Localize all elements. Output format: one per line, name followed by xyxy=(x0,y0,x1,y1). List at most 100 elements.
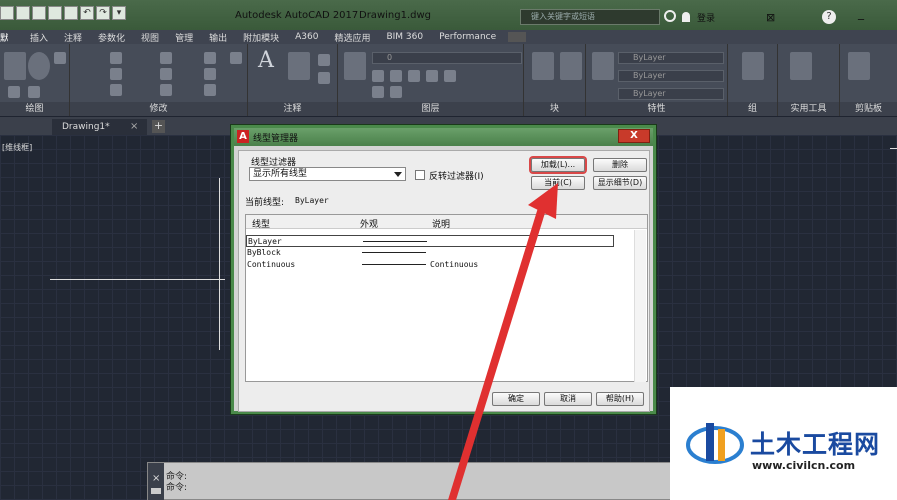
panel-title-draw[interactable]: 绘图 xyxy=(0,102,69,116)
tab-performance[interactable]: Performance xyxy=(431,32,504,42)
layer-off-icon[interactable] xyxy=(372,70,384,82)
undo-icon[interactable]: ↶ xyxy=(80,6,94,20)
mirror-icon[interactable] xyxy=(160,68,172,80)
tab-annotate[interactable]: 注释 xyxy=(56,31,90,44)
column-description[interactable]: 说明 xyxy=(432,217,450,230)
linetype-combo[interactable]: ByLayer xyxy=(618,88,724,100)
viewport-control[interactable]: [维线框] xyxy=(2,142,32,153)
ok-button[interactable]: 确定 xyxy=(492,392,540,406)
invert-filter-checkbox[interactable] xyxy=(415,170,425,180)
tab-insert[interactable]: 插入 xyxy=(8,31,56,44)
panel-title-layers[interactable]: 图层 xyxy=(338,102,523,116)
show-details-button[interactable]: 显示细节(D) xyxy=(593,176,647,190)
current-button[interactable]: 当前(C) xyxy=(531,176,585,190)
fillet-icon[interactable] xyxy=(204,68,216,80)
line-icon[interactable] xyxy=(4,52,26,80)
print-icon[interactable] xyxy=(64,6,78,20)
invert-filter-label[interactable]: 反转过滤器(I) xyxy=(429,169,484,182)
linetype-filter-select[interactable]: 显示所有线型 xyxy=(249,167,406,181)
measure-icon[interactable] xyxy=(790,52,812,80)
user-icon[interactable] xyxy=(682,12,690,22)
erase-icon[interactable] xyxy=(230,52,242,64)
panel-title-properties[interactable]: 特性 xyxy=(586,102,727,116)
help-button[interactable]: 帮助(H) xyxy=(596,392,644,406)
paste-icon[interactable] xyxy=(848,52,870,80)
insert-block-icon[interactable] xyxy=(532,52,554,80)
list-item[interactable]: ByBlock xyxy=(246,247,614,259)
search-icon[interactable] xyxy=(664,10,676,22)
color-combo[interactable]: ByLayer xyxy=(618,52,724,64)
wrench-icon[interactable] xyxy=(151,488,161,494)
tab-default[interactable]: 默认 xyxy=(0,31,8,44)
ribbon-toggle-icon[interactable] xyxy=(508,32,527,42)
copy-icon[interactable] xyxy=(110,68,122,80)
trim-icon[interactable] xyxy=(204,52,216,64)
panel-title-group[interactable]: 组 xyxy=(728,102,777,116)
layer-walk-icon[interactable] xyxy=(390,86,402,98)
qat-dropdown-icon[interactable]: ▾ xyxy=(112,6,126,20)
exchange-icon[interactable]: ⊠ xyxy=(766,11,775,24)
layer-combo[interactable]: 0 xyxy=(372,52,522,64)
layer-freeze-icon[interactable] xyxy=(408,70,420,82)
open-icon[interactable] xyxy=(16,6,30,20)
save-as-icon[interactable] xyxy=(48,6,62,20)
minimize-icon[interactable]: _ xyxy=(858,7,872,20)
tab-a360[interactable]: A360 xyxy=(287,32,326,42)
scale-icon[interactable] xyxy=(160,84,172,96)
arc-icon[interactable] xyxy=(54,52,66,64)
panel-title-block[interactable]: 块 xyxy=(524,102,585,116)
load-button[interactable]: 加载(L)... xyxy=(531,158,585,172)
linetype-list[interactable]: 线型 外观 说明 ByLayer ByBlock Continuous Cont… xyxy=(245,214,648,382)
command-line[interactable]: × 命令: 命令: xyxy=(147,462,677,500)
match-properties-icon[interactable] xyxy=(592,52,614,80)
dimension-icon[interactable] xyxy=(288,52,310,80)
tab-output[interactable]: 输出 xyxy=(201,31,235,44)
dialog-title-bar[interactable]: A 线型管理器 X xyxy=(234,128,653,146)
close-command-line-icon[interactable]: × xyxy=(152,473,160,484)
save-icon[interactable] xyxy=(32,6,46,20)
search-input[interactable]: 键入关键字或短语 xyxy=(520,9,660,25)
group-icon[interactable] xyxy=(742,52,764,80)
new-icon[interactable] xyxy=(0,6,14,20)
tab-manage[interactable]: 管理 xyxy=(167,31,201,44)
tab-bim360[interactable]: BIM 360 xyxy=(378,32,431,42)
login-link[interactable]: 登录 xyxy=(697,11,715,24)
layer-lock-icon[interactable] xyxy=(426,70,438,82)
layer-match-icon[interactable] xyxy=(444,70,456,82)
move-icon[interactable] xyxy=(110,52,122,64)
edit-block-icon[interactable] xyxy=(560,52,582,80)
new-tab-icon[interactable]: + xyxy=(152,120,165,133)
list-item[interactable]: Continuous Continuous xyxy=(246,259,614,271)
table-icon[interactable] xyxy=(318,72,330,84)
close-tab-icon[interactable]: × xyxy=(130,119,138,135)
rectangle-icon[interactable] xyxy=(8,86,20,98)
layer-properties-icon[interactable] xyxy=(344,52,366,80)
array-icon[interactable] xyxy=(204,84,216,96)
panel-title-utilities[interactable]: 实用工具 xyxy=(778,102,839,116)
list-scrollbar[interactable] xyxy=(634,230,646,382)
circle-icon[interactable] xyxy=(28,52,50,80)
column-linetype[interactable]: 线型 xyxy=(252,217,270,230)
lineweight-combo[interactable]: ByLayer xyxy=(618,70,724,82)
tab-view[interactable]: 视图 xyxy=(133,31,167,44)
cancel-button[interactable]: 取消 xyxy=(544,392,592,406)
tab-featured-apps[interactable]: 精选应用 xyxy=(326,31,378,44)
panel-title-annotation[interactable]: 注释 xyxy=(248,102,337,116)
delete-button[interactable]: 删除 xyxy=(593,158,647,172)
help-icon[interactable]: ? xyxy=(822,10,836,24)
redo-icon[interactable]: ↷ xyxy=(96,6,110,20)
rotate-icon[interactable] xyxy=(160,52,172,64)
text-icon[interactable]: A xyxy=(258,48,274,73)
column-appearance[interactable]: 外观 xyxy=(360,217,378,230)
leader-icon[interactable] xyxy=(318,54,330,66)
command-line-handle[interactable]: × xyxy=(148,463,164,500)
dialog-close-button[interactable]: X xyxy=(618,129,650,143)
layer-previous-icon[interactable] xyxy=(372,86,384,98)
panel-title-clipboard[interactable]: 剪贴板 xyxy=(840,102,897,116)
panel-title-modify[interactable]: 修改 xyxy=(70,102,247,116)
layer-isolate-icon[interactable] xyxy=(390,70,402,82)
tab-addins[interactable]: 附加模块 xyxy=(235,31,287,44)
tab-parametric[interactable]: 参数化 xyxy=(90,31,133,44)
list-item[interactable]: ByLayer xyxy=(246,235,614,247)
hatch-icon[interactable] xyxy=(28,86,40,98)
